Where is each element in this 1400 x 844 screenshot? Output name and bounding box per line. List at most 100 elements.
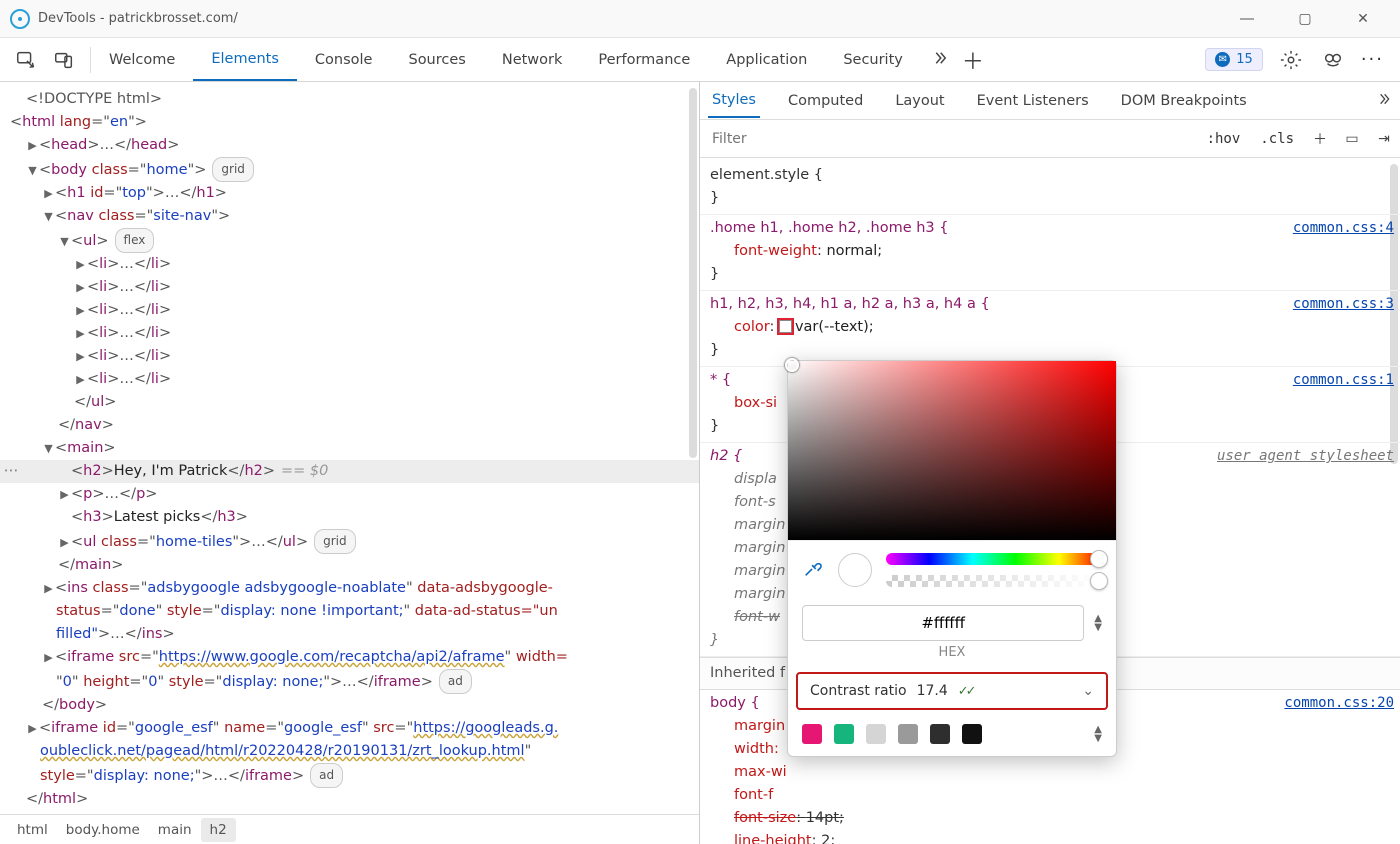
more-tabs-icon[interactable]: [1376, 91, 1392, 111]
iframe-tag[interactable]: iframe: [51, 720, 98, 736]
issues-badge[interactable]: ✉ 15: [1205, 48, 1263, 71]
eyedropper-icon[interactable]: [802, 557, 824, 583]
window-minimize-button[interactable]: ―: [1230, 11, 1264, 27]
hov-toggle[interactable]: :hov: [1197, 131, 1251, 147]
li-tag[interactable]: li: [99, 325, 107, 341]
ad-badge[interactable]: ad: [310, 763, 343, 788]
p-tag[interactable]: p: [83, 486, 92, 502]
expand-triangle-icon[interactable]: ▶: [42, 182, 55, 205]
source-link[interactable]: common.css:4: [1293, 217, 1394, 240]
tab-application[interactable]: Application: [708, 38, 825, 81]
palette-swatch[interactable]: [962, 724, 982, 744]
new-style-rule-plus-icon[interactable]: ＋: [1304, 129, 1336, 149]
css-value[interactable]: normal;: [826, 243, 882, 259]
collapse-triangle-icon[interactable]: ▼: [58, 230, 71, 253]
alpha-handle[interactable]: [1090, 572, 1108, 590]
expand-triangle-icon[interactable]: ▶: [26, 717, 39, 740]
html-open-tag[interactable]: html: [22, 114, 55, 130]
tab-sources[interactable]: Sources: [390, 38, 483, 81]
crumb-main[interactable]: main: [149, 818, 201, 842]
body-tag[interactable]: body: [51, 162, 87, 178]
collapse-triangle-icon[interactable]: ▼: [42, 205, 55, 228]
css-property[interactable]: font-weight: [734, 243, 817, 259]
nav-tag[interactable]: nav: [67, 208, 94, 224]
expand-triangle-icon[interactable]: ▶: [58, 531, 71, 554]
palette-swatch[interactable]: [930, 724, 950, 744]
tab-computed[interactable]: Computed: [784, 85, 867, 117]
expand-triangle-icon[interactable]: ▶: [58, 483, 71, 506]
selected-node[interactable]: ⋯ <h2>Hey, I'm Patrick</h2>== $0: [10, 460, 699, 483]
expand-triangle-icon[interactable]: ▶: [74, 299, 87, 322]
ul-tag[interactable]: ul: [83, 233, 96, 249]
style-rule[interactable]: common.css:3 h1, h2, h3, h4, h1 a, h2 a,…: [700, 291, 1400, 367]
chevron-down-icon[interactable]: ⌄: [1082, 683, 1094, 699]
crumb-h2[interactable]: h2: [201, 818, 236, 842]
hue-handle[interactable]: [1090, 550, 1108, 568]
window-close-button[interactable]: ✕: [1346, 11, 1380, 27]
crumb-html[interactable]: html: [8, 818, 57, 842]
li-tag[interactable]: li: [99, 256, 107, 272]
li-tag[interactable]: li: [99, 371, 107, 387]
palette-swatch[interactable]: [802, 724, 822, 744]
device-toolbar-icon[interactable]: [50, 46, 78, 74]
ellipsis-icon[interactable]: ⋯: [0, 460, 22, 483]
tab-layout[interactable]: Layout: [891, 85, 948, 117]
source-link[interactable]: common.css:3: [1293, 293, 1394, 316]
styles-filter-input[interactable]: [700, 131, 1197, 147]
li-tag[interactable]: li: [99, 279, 107, 295]
expand-triangle-icon[interactable]: ▶: [74, 276, 87, 299]
expand-triangle-icon[interactable]: ▶: [42, 577, 55, 600]
tab-security[interactable]: Security: [825, 38, 921, 81]
ins-tag[interactable]: ins: [67, 580, 88, 596]
tab-welcome[interactable]: Welcome: [91, 38, 193, 81]
h3-tag[interactable]: h3: [83, 509, 101, 525]
expand-triangle-icon[interactable]: ▶: [74, 253, 87, 276]
sv-handle[interactable]: [785, 358, 799, 372]
more-tabs-icon[interactable]: [921, 49, 959, 71]
expand-triangle-icon[interactable]: ▶: [74, 322, 87, 345]
li-tag[interactable]: li: [99, 348, 107, 364]
palette-swatch[interactable]: [898, 724, 918, 744]
palette-swatch[interactable]: [866, 724, 886, 744]
crumb-body[interactable]: body.home: [57, 818, 149, 842]
flex-badge[interactable]: flex: [115, 228, 155, 253]
css-property[interactable]: box-si: [734, 395, 777, 411]
style-rule[interactable]: element.style { }: [700, 162, 1400, 215]
grid-badge[interactable]: grid: [212, 157, 254, 182]
tab-network[interactable]: Network: [484, 38, 581, 81]
tab-dom-breakpoints[interactable]: DOM Breakpoints: [1117, 85, 1251, 117]
tab-styles[interactable]: Styles: [708, 84, 760, 118]
settings-gear-icon[interactable]: [1277, 46, 1305, 74]
head-tag[interactable]: head: [51, 137, 87, 153]
palette-switch-icon[interactable]: ▲▼: [1094, 725, 1102, 743]
panel-dock-icon[interactable]: ⇥: [1368, 131, 1400, 147]
collapse-triangle-icon[interactable]: ▼: [26, 159, 39, 182]
h1-tag[interactable]: h1: [67, 185, 85, 201]
css-value[interactable]: var(--text);: [795, 319, 874, 335]
feedback-icon[interactable]: [1319, 46, 1347, 74]
expand-triangle-icon[interactable]: ▶: [26, 134, 39, 157]
tab-event-listeners[interactable]: Event Listeners: [973, 85, 1093, 117]
source-link[interactable]: common.css:1: [1293, 369, 1394, 392]
palette-swatch[interactable]: [834, 724, 854, 744]
hex-input[interactable]: [802, 605, 1084, 641]
tab-elements[interactable]: Elements: [193, 38, 297, 81]
format-switch-icon[interactable]: ▲▼: [1094, 614, 1102, 632]
expand-triangle-icon[interactable]: ▶: [42, 646, 55, 669]
ad-badge[interactable]: ad: [439, 669, 472, 694]
ul-tag[interactable]: ul: [83, 534, 96, 550]
iframe-tag[interactable]: iframe: [67, 649, 114, 665]
tab-performance[interactable]: Performance: [580, 38, 708, 81]
saturation-value-area[interactable]: [788, 361, 1116, 541]
contrast-ratio-row[interactable]: Contrast ratio 17.4 ✓✓ ⌄: [796, 672, 1108, 710]
kebab-menu-icon[interactable]: ···: [1361, 49, 1384, 70]
collapse-triangle-icon[interactable]: ▼: [42, 437, 55, 460]
main-tag[interactable]: main: [67, 440, 103, 456]
expand-triangle-icon[interactable]: ▶: [74, 368, 87, 391]
color-swatch-icon[interactable]: [779, 320, 792, 333]
tab-console[interactable]: Console: [297, 38, 391, 81]
alpha-slider[interactable]: [886, 575, 1102, 587]
new-tab-plus-icon[interactable]: ＋: [959, 46, 987, 74]
source-link[interactable]: common.css:20: [1284, 692, 1394, 715]
hue-slider[interactable]: [886, 553, 1102, 565]
